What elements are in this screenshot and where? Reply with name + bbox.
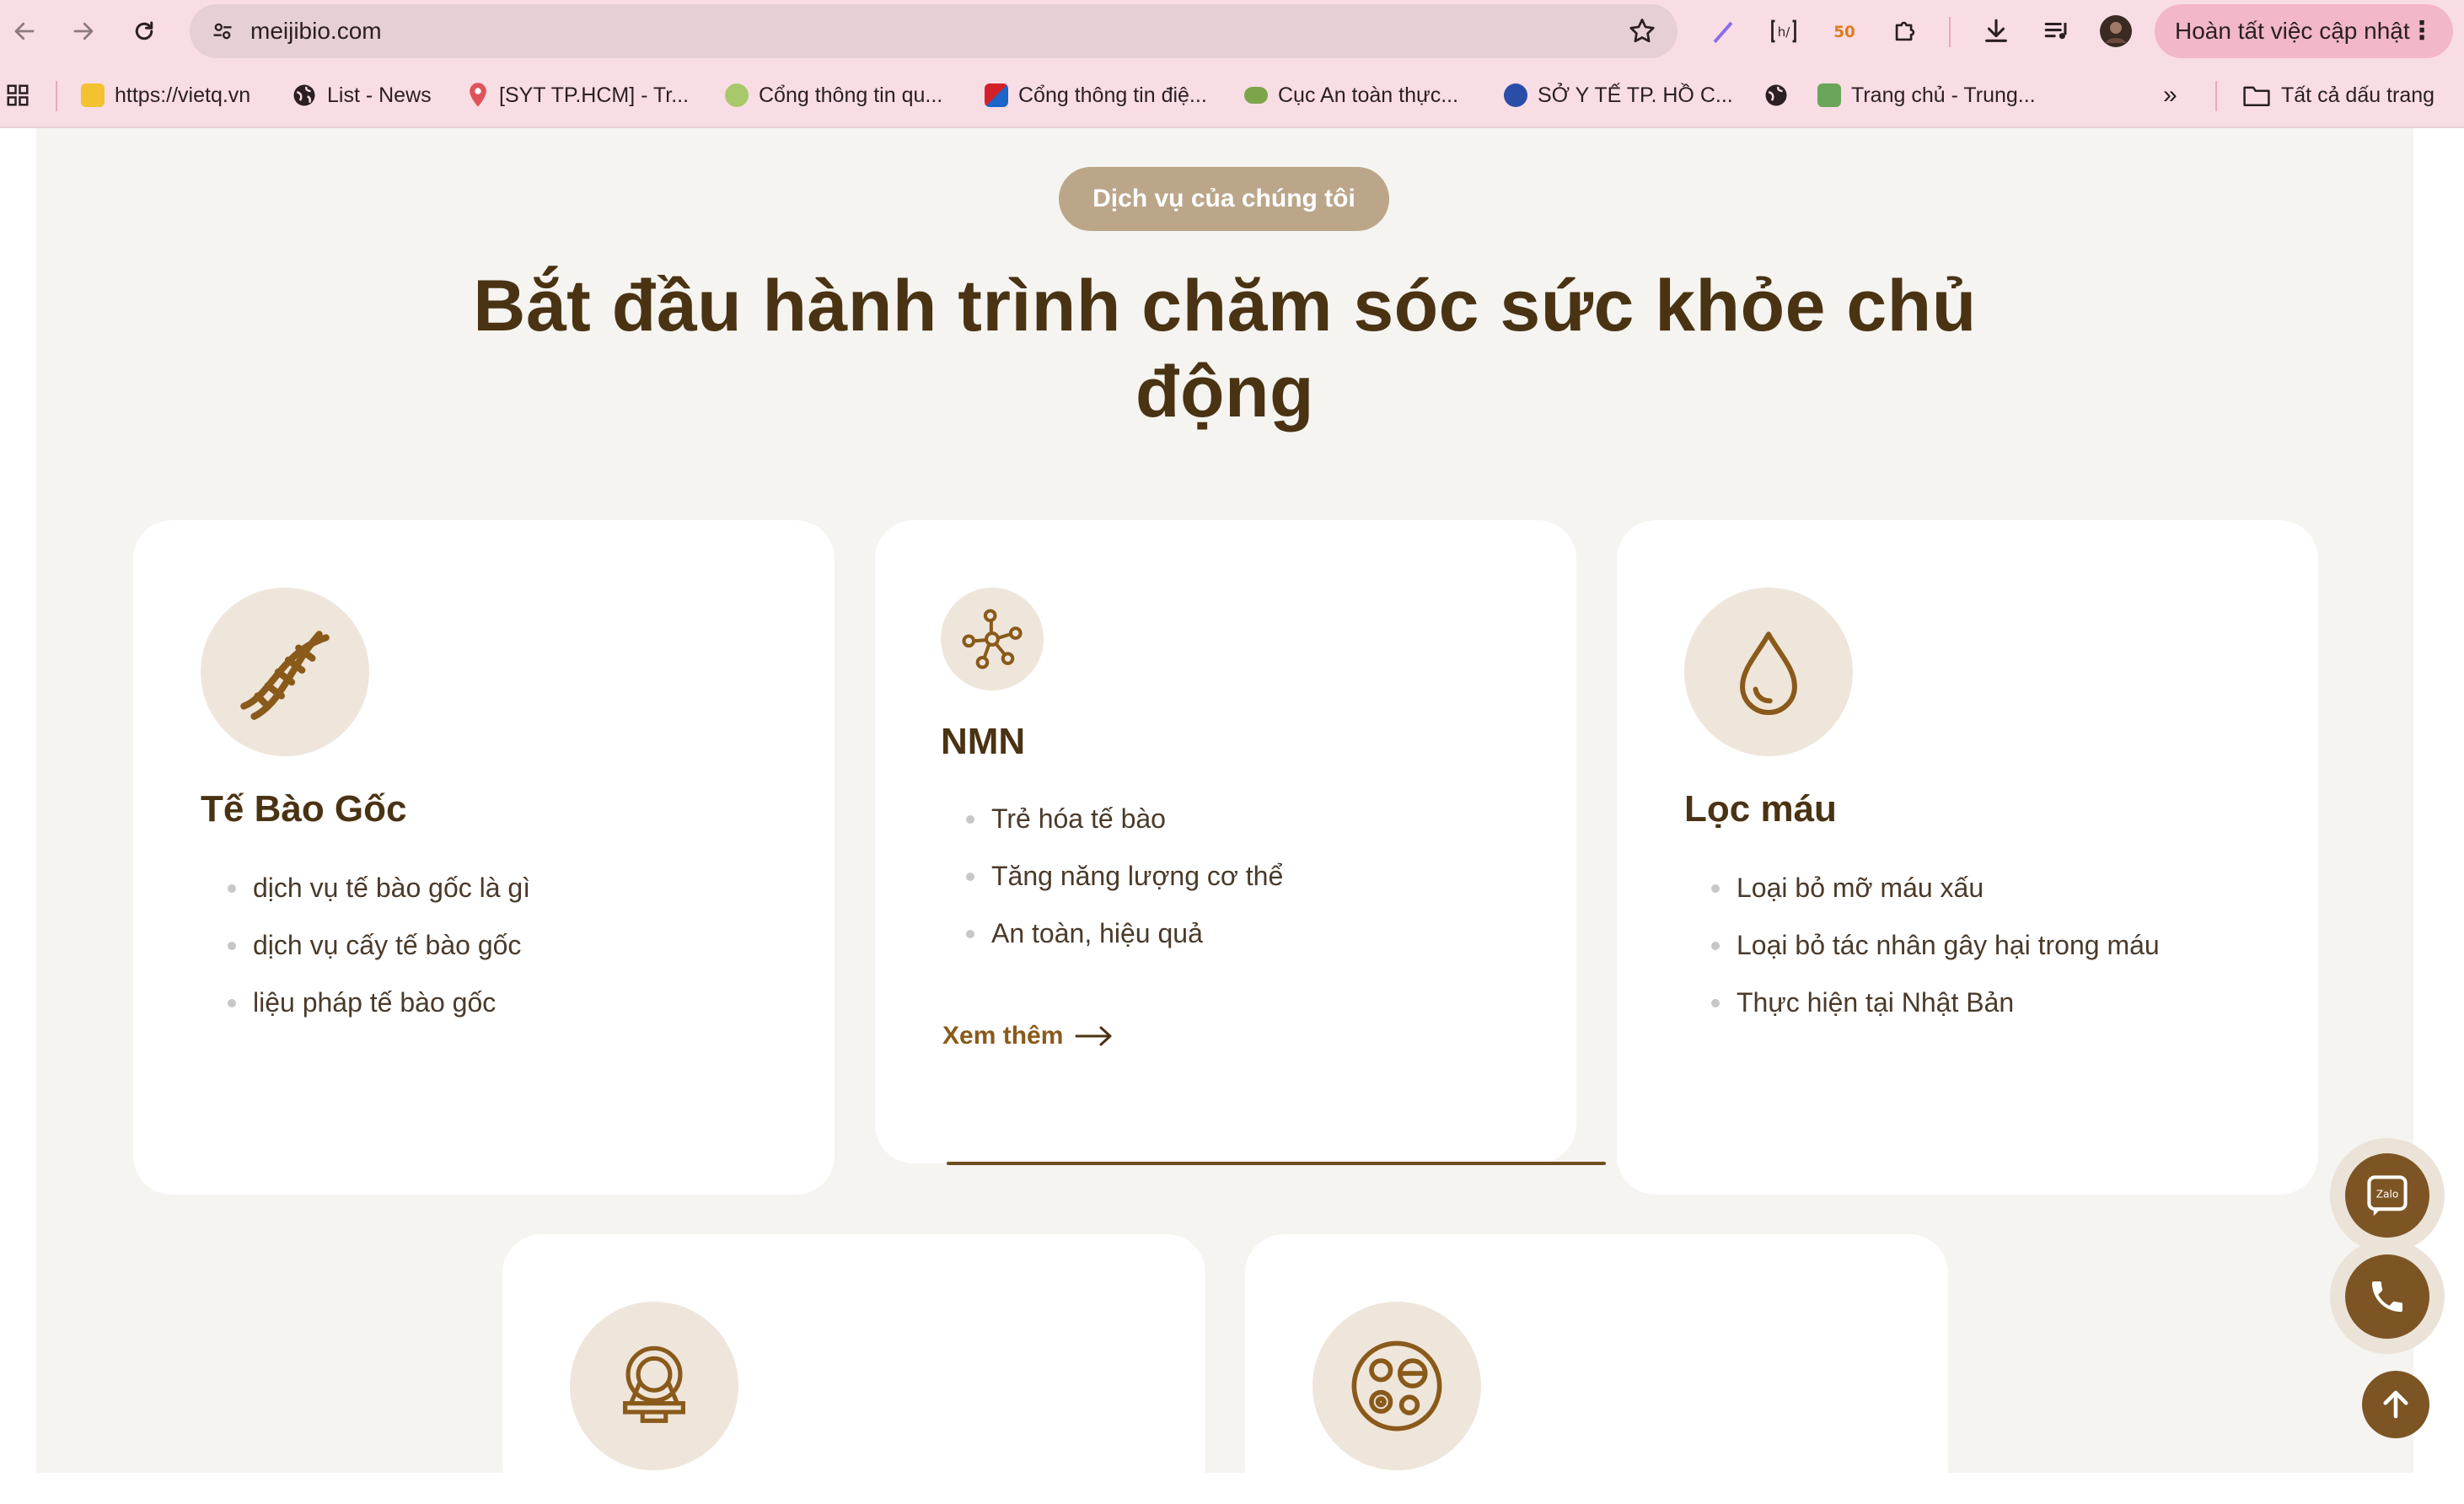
forward-arrow-icon [73, 22, 94, 40]
service-card-blood-filtration[interactable]: Lọc máu Loại bỏ mỡ máu xấu Loại bỏ tác n… [1617, 520, 2318, 1195]
list-item: liệu pháp tế bào gốc [228, 974, 530, 1031]
see-more-link[interactable]: Xem thêm [942, 1022, 1114, 1050]
arrow-right-icon [1075, 1026, 1112, 1046]
media-queue-icon[interactable] [2040, 14, 2074, 48]
bookmark-label: Cổng thông tin qu... [759, 83, 943, 107]
svg-text:h/: h/ [1778, 24, 1791, 40]
card-feature-list: dịch vụ tế bào gốc là gì dịch vụ cấy tế … [228, 859, 530, 1031]
service-card-scanner[interactable] [502, 1234, 1205, 1504]
blood-drop-icon [1684, 588, 1853, 756]
section-heading: Bắt đầu hành trình chăm sóc sức khỏe chủ… [473, 266, 1977, 432]
bookmark-label: Trang chủ - Trung... [1851, 83, 2036, 107]
download-icon[interactable] [1979, 14, 2013, 48]
bookmark-label: Cục An toàn thực... [1278, 83, 1459, 107]
food-safety-favicon-icon [1244, 87, 1268, 104]
phone-call-button[interactable] [2330, 1239, 2445, 1354]
scanner-icon [570, 1302, 738, 1470]
list-item: Trẻ hóa tế bào [966, 790, 1283, 847]
bookmark-cong-thong-tin-die[interactable]: Cổng thông tin điệ... [985, 64, 1207, 126]
bookmark-cong-thong-tin-qu[interactable]: Cổng thông tin qu... [725, 64, 942, 126]
bookmark-globe[interactable] [1763, 64, 1789, 126]
bookmarks-divider [56, 81, 57, 111]
bookmark-label: List - News [327, 83, 432, 107]
pen-extension-icon[interactable] [1706, 14, 1740, 48]
card-feature-list: Trẻ hóa tế bào Tăng năng lượng cơ thể An… [966, 790, 1283, 962]
tune-icon [213, 23, 232, 40]
services-section: Dịch vụ của chúng tôi Bắt đầu hành trình… [36, 128, 2413, 1504]
zalo-chat-icon: Zalo [2367, 1175, 2408, 1217]
phone-icon [2372, 1281, 2402, 1312]
forward-button[interactable] [66, 13, 101, 49]
html-extension-icon[interactable]: h/ [1767, 14, 1801, 48]
vietq-favicon-icon [81, 83, 105, 107]
update-button-label: Hoàn tất việc cập nhật [2175, 18, 2410, 44]
service-card-nmn[interactable]: NMN Trẻ hóa tế bào Tăng năng lượng cơ th… [875, 520, 1576, 1163]
list-item: Loại bỏ tác nhân gây hại trong máu [1711, 916, 2160, 974]
bookmark-label: [SYT TP.HCM] - Tr... [499, 83, 690, 107]
apps-grid-icon[interactable] [5, 64, 30, 126]
trang-chu-favicon-icon [1817, 83, 1841, 107]
bookmark-so-y-te[interactable]: SỞ Y TẾ TP. HỒ C... [1504, 64, 1733, 126]
reload-button[interactable] [126, 13, 162, 49]
leaf-favicon-icon [725, 83, 749, 107]
menu-kebab-icon[interactable]: ⋮ [2409, 4, 2434, 58]
bookmark-vietq[interactable]: https://vietq.vn [81, 64, 250, 126]
card-title: NMN [941, 721, 1026, 762]
map-pin-icon [470, 83, 486, 107]
svg-text:50: 50 [1833, 24, 1855, 41]
back-arrow-icon [14, 22, 35, 40]
globe-icon [293, 84, 315, 106]
list-item: Tăng năng lượng cơ thể [966, 847, 1283, 905]
toolbar-divider [1949, 17, 1951, 47]
zalo-button[interactable]: Zalo [2330, 1138, 2445, 1253]
bookmark-star-icon[interactable] [1627, 16, 1657, 46]
bookmarks-overflow-icon[interactable]: » [2163, 64, 2177, 126]
bookmark-label: https://vietq.vn [115, 83, 251, 107]
see-more-label: Xem thêm [942, 1022, 1064, 1050]
url-text[interactable]: meijibio.com [250, 4, 382, 58]
back-button[interactable] [7, 13, 42, 49]
folder-icon [2243, 86, 2270, 107]
all-bookmarks-button[interactable]: Tất cả dấu trang [2242, 64, 2434, 126]
so-extension-icon[interactable]: 50 [1828, 14, 1861, 48]
site-info-button[interactable] [205, 13, 240, 49]
arrow-up-icon [2383, 1390, 2408, 1419]
bookmark-label: Cổng thông tin điệ... [1018, 83, 1207, 107]
profile-avatar[interactable] [2099, 14, 2133, 48]
update-button[interactable]: Hoàn tất việc cập nhật ⋮ [2155, 4, 2453, 58]
bookmark-list-news[interactable]: List - News [292, 64, 432, 126]
list-item: dịch vụ tế bào gốc là gì [228, 859, 530, 916]
scroll-to-top-button[interactable] [2362, 1371, 2429, 1438]
card-title: Tế Bào Gốc [201, 788, 407, 830]
service-card-stem-cell[interactable]: Tế Bào Gốc dịch vụ tế bào gốc là gì dịch… [133, 520, 835, 1195]
bookmarks-divider [2215, 81, 2217, 111]
reload-icon [135, 21, 153, 40]
bookmark-syt-hcm[interactable]: [SYT TP.HCM] - Tr... [467, 64, 689, 126]
cells-icon [1313, 1302, 1481, 1470]
card-title: Lọc máu [1684, 788, 1837, 830]
bookmark-label: SỞ Y TẾ TP. HỒ C... [1538, 83, 1733, 107]
globe-icon [1765, 84, 1787, 106]
dna-icon [201, 588, 369, 756]
page-viewport: Dịch vụ của chúng tôi Bắt đầu hành trình… [0, 128, 2464, 1504]
list-item: dịch vụ cấy tế bào gốc [228, 916, 530, 974]
bookmarks-bar: https://vietq.vn List - News [SYT TP.HCM… [0, 64, 2464, 128]
portal-favicon-icon [985, 83, 1008, 107]
bookmark-cuc-an-toan[interactable]: Cục An toàn thực... [1244, 64, 1458, 126]
list-item: Thực hiện tại Nhật Bản [1711, 974, 2160, 1031]
extensions-puzzle-icon[interactable] [1888, 14, 1922, 48]
card-feature-list: Loại bỏ mỡ máu xấu Loại bỏ tác nhân gây … [1711, 859, 2160, 1031]
list-item: An toàn, hiệu quả [966, 905, 1283, 962]
section-badge: Dịch vụ của chúng tôi [1059, 167, 1389, 231]
service-card-cells[interactable] [1245, 1234, 1948, 1504]
svg-text:Zalo: Zalo [2376, 1189, 2399, 1201]
molecule-icon [941, 588, 1044, 690]
browser-toolbar: meijibio.com h/ 50 Hoàn tất việc cập nhậ… [0, 0, 2464, 64]
address-bar[interactable]: meijibio.com [190, 4, 1678, 58]
health-dept-favicon-icon [1504, 83, 1527, 107]
active-card-underline [947, 1162, 1606, 1165]
all-bookmarks-label: Tất cả dấu trang [2281, 83, 2435, 107]
list-item: Loại bỏ mỡ máu xấu [1711, 859, 2160, 916]
bookmark-trang-chu[interactable]: Trang chủ - Trung... [1817, 64, 2036, 126]
